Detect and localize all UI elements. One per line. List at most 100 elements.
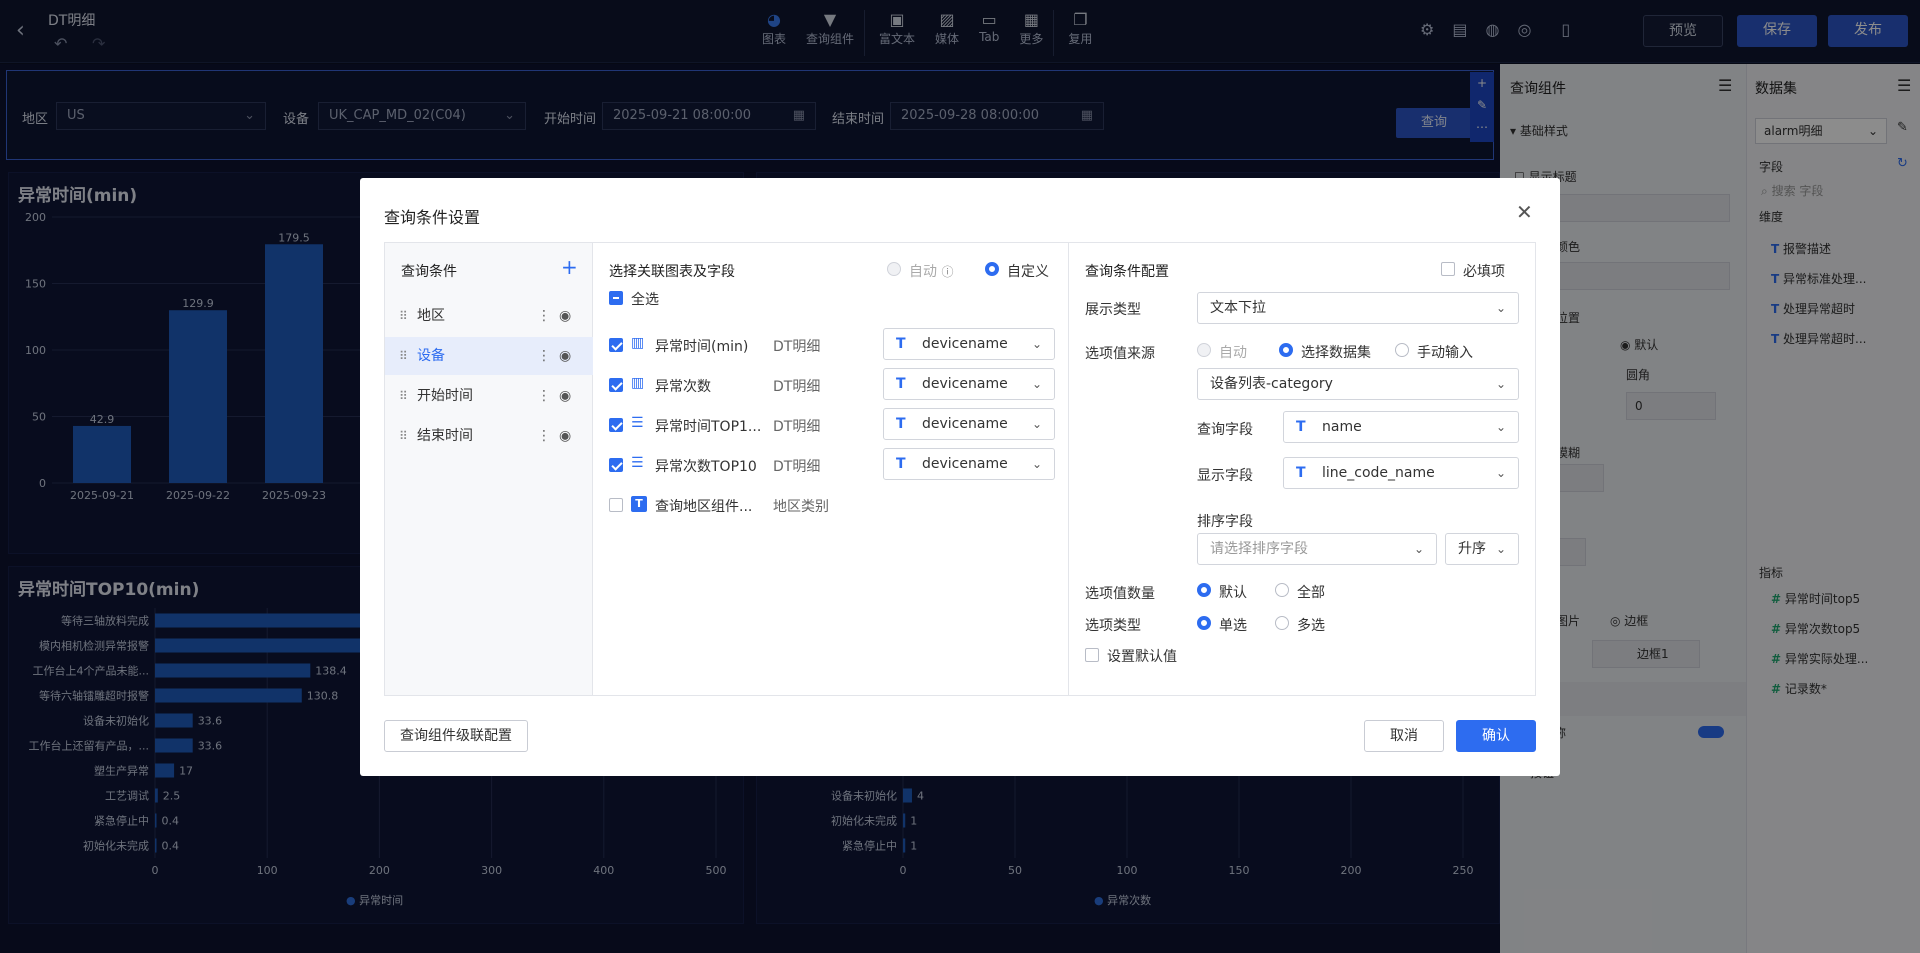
condition-item-device[interactable]: ⠿ 设备 ⋮ ◉ bbox=[385, 337, 593, 375]
chevron-down-icon: ⌄ bbox=[1495, 420, 1506, 434]
source-manual-radio[interactable] bbox=[1395, 343, 1409, 357]
chevron-down-icon: ⌄ bbox=[1413, 542, 1424, 556]
eye-icon[interactable]: ◉ bbox=[559, 337, 571, 375]
link-dataset: DT明细 bbox=[773, 339, 821, 355]
sort-field-select[interactable]: 请选择排序字段 ⌄ bbox=[1197, 533, 1437, 565]
sort-field-label: 排序字段 bbox=[1197, 514, 1253, 530]
link-checkbox[interactable] bbox=[609, 458, 623, 472]
option-type-label: 选项类型 bbox=[1085, 618, 1141, 634]
more-vertical-icon[interactable]: ⋮ bbox=[537, 377, 551, 415]
chevron-down-icon: ⌄ bbox=[1031, 417, 1042, 431]
dialog-title: 查询条件设置 bbox=[384, 208, 481, 227]
dialog-body: 查询条件 + ⠿ 地区 ⋮ ◉ ⠿ 设备 ⋮ ◉ ⠿ 开始时间 ⋮ ◉ ⠿ 结束时间 ⋮ ◉ 选择关联图… bbox=[384, 242, 1536, 696]
link-checkbox[interactable] bbox=[609, 418, 623, 432]
link-column: 选择关联图表及字段 自动 ⓘ 自定义 全选 ▥ 异常时间(min) DT明细 T… bbox=[593, 243, 1069, 695]
link-checkbox[interactable] bbox=[609, 378, 623, 392]
link-checkbox[interactable] bbox=[609, 498, 623, 512]
source-dataset-label: 选择数据集 bbox=[1301, 345, 1371, 361]
type-single-label: 单选 bbox=[1219, 618, 1247, 634]
custom-radio[interactable] bbox=[985, 262, 999, 276]
text-type-icon: T bbox=[1296, 465, 1306, 481]
more-vertical-icon[interactable]: ⋮ bbox=[537, 417, 551, 455]
link-field-select[interactable]: Tdevicename ⌄ bbox=[883, 328, 1055, 360]
count-default-radio[interactable] bbox=[1197, 583, 1211, 597]
eye-icon[interactable]: ◉ bbox=[559, 297, 571, 335]
more-vertical-icon[interactable]: ⋮ bbox=[537, 297, 551, 335]
link-title: 选择关联图表及字段 bbox=[609, 264, 735, 280]
query-field-label: 查询字段 bbox=[1197, 422, 1253, 438]
source-dataset-radio[interactable] bbox=[1279, 343, 1293, 357]
confirm-button[interactable]: 确认 bbox=[1456, 720, 1536, 752]
link-dataset: DT明细 bbox=[773, 459, 821, 475]
text-type-icon: T bbox=[896, 336, 906, 352]
count-default-label: 默认 bbox=[1219, 585, 1247, 601]
config-column: 查询条件配置 必填项 展示类型 文本下拉 ⌄ 选项值来源 自动 选择数据集 手动输… bbox=[1069, 243, 1535, 695]
conditions-title: 查询条件 bbox=[401, 264, 457, 280]
chevron-down-icon: ⌄ bbox=[1495, 466, 1506, 480]
cascade-config-button[interactable]: 查询组件级联配置 bbox=[384, 720, 528, 752]
add-condition-icon[interactable]: + bbox=[561, 255, 578, 279]
source-manual-label: 手动输入 bbox=[1417, 345, 1473, 361]
required-label: 必填项 bbox=[1463, 264, 1505, 280]
custom-label: 自定义 bbox=[1007, 264, 1049, 280]
chevron-down-icon: ⌄ bbox=[1495, 301, 1506, 315]
text-type-icon: T bbox=[896, 456, 906, 472]
link-chart-name: 异常次数 bbox=[655, 379, 711, 395]
dataset-select[interactable]: 设备列表-category ⌄ bbox=[1197, 368, 1519, 400]
select-all-checkbox[interactable] bbox=[609, 291, 623, 305]
chevron-down-icon: ⌄ bbox=[1495, 377, 1506, 391]
chevron-down-icon: ⌄ bbox=[1495, 542, 1506, 556]
link-chart-name: 查询地区组件... bbox=[655, 499, 753, 515]
default-value-checkbox[interactable] bbox=[1085, 648, 1099, 662]
eye-icon[interactable]: ◉ bbox=[559, 377, 571, 415]
link-chart-name: 异常时间TOP1... bbox=[655, 419, 762, 435]
sort-order-select[interactable]: 升序 ⌄ bbox=[1445, 533, 1519, 565]
text-type-icon: T bbox=[896, 376, 906, 392]
drag-handle-icon[interactable]: ⠿ bbox=[399, 417, 408, 455]
chevron-down-icon: ⌄ bbox=[1031, 457, 1042, 471]
link-checkbox[interactable] bbox=[609, 338, 623, 352]
display-field-select[interactable]: Tline_code_name ⌄ bbox=[1283, 457, 1519, 489]
close-icon[interactable]: ✕ bbox=[1516, 200, 1533, 224]
config-title: 查询条件配置 bbox=[1085, 264, 1169, 280]
query-component-icon: T bbox=[631, 496, 647, 512]
query-field-select[interactable]: Tname ⌄ bbox=[1283, 411, 1519, 443]
hbar-chart-icon: ☰ bbox=[631, 455, 644, 471]
eye-icon[interactable]: ◉ bbox=[559, 417, 571, 455]
auto-radio[interactable] bbox=[887, 262, 901, 276]
drag-handle-icon[interactable]: ⠿ bbox=[399, 377, 408, 415]
drag-handle-icon[interactable]: ⠿ bbox=[399, 337, 408, 375]
source-auto-radio[interactable] bbox=[1197, 343, 1211, 357]
type-multi-radio[interactable] bbox=[1275, 616, 1289, 630]
text-type-icon: T bbox=[896, 416, 906, 432]
link-field-select[interactable]: Tdevicename ⌄ bbox=[883, 368, 1055, 400]
select-all-label: 全选 bbox=[631, 292, 659, 308]
cancel-button[interactable]: 取消 bbox=[1364, 720, 1444, 752]
source-label: 选项值来源 bbox=[1085, 346, 1155, 362]
condition-item-start[interactable]: ⠿ 开始时间 ⋮ ◉ bbox=[385, 377, 593, 415]
default-value-label: 设置默认值 bbox=[1107, 649, 1177, 665]
text-type-icon: T bbox=[1296, 419, 1306, 435]
auto-label: 自动 ⓘ bbox=[909, 264, 954, 280]
chevron-down-icon: ⌄ bbox=[1031, 377, 1042, 391]
conditions-column: 查询条件 + ⠿ 地区 ⋮ ◉ ⠿ 设备 ⋮ ◉ ⠿ 开始时间 ⋮ ◉ ⠿ 结束时间 ⋮ ◉ bbox=[385, 243, 593, 695]
chevron-down-icon: ⌄ bbox=[1031, 337, 1042, 351]
condition-item-region[interactable]: ⠿ 地区 ⋮ ◉ bbox=[385, 297, 593, 335]
query-condition-dialog: 查询条件设置 ✕ 查询条件 + ⠿ 地区 ⋮ ◉ ⠿ 设备 ⋮ ◉ ⠿ 开始时间 ⋮ ◉ ⠿ 结束时… bbox=[360, 178, 1560, 776]
link-field-select[interactable]: Tdevicename ⌄ bbox=[883, 408, 1055, 440]
bar-chart-icon: ▥ bbox=[631, 335, 645, 351]
more-vertical-icon[interactable]: ⋮ bbox=[537, 337, 551, 375]
link-dataset: DT明细 bbox=[773, 379, 821, 395]
display-type-label: 展示类型 bbox=[1085, 302, 1141, 318]
bar-chart-icon: ▥ bbox=[631, 375, 645, 391]
link-dataset: 地区类别 bbox=[773, 499, 829, 515]
type-single-radio[interactable] bbox=[1197, 616, 1211, 630]
link-chart-name: 异常次数TOP10 bbox=[655, 459, 757, 475]
link-field-select[interactable]: Tdevicename ⌄ bbox=[883, 448, 1055, 480]
drag-handle-icon[interactable]: ⠿ bbox=[399, 297, 408, 335]
info-icon: ⓘ bbox=[941, 265, 954, 279]
condition-item-end[interactable]: ⠿ 结束时间 ⋮ ◉ bbox=[385, 417, 593, 455]
required-checkbox[interactable] bbox=[1441, 262, 1455, 276]
display-type-select[interactable]: 文本下拉 ⌄ bbox=[1197, 292, 1519, 324]
count-all-radio[interactable] bbox=[1275, 583, 1289, 597]
